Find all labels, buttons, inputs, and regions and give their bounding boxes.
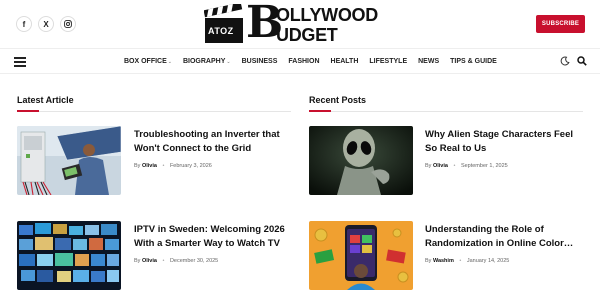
section-title-recent: Recent Posts bbox=[309, 95, 367, 105]
menu-icon[interactable] bbox=[14, 57, 26, 67]
meta-separator: • bbox=[162, 163, 165, 169]
article-title[interactable]: IPTV in Sweden: Welcoming 2026 With a Sm… bbox=[134, 223, 294, 251]
nav-item-label: BIOGRAPHY bbox=[182, 57, 226, 65]
alien-figure-image bbox=[309, 126, 413, 195]
article-title[interactable]: Troubleshooting an Inverter that Won't C… bbox=[134, 128, 294, 156]
article-thumbnail-inverter[interactable] bbox=[17, 126, 121, 195]
logo-line-2: UDGET bbox=[276, 25, 338, 45]
subscribe-button[interactable]: SUBSCRIBE bbox=[536, 15, 585, 33]
post-date: December 30, 2025 bbox=[169, 258, 219, 264]
tv-screen-wall-image bbox=[17, 221, 121, 290]
article-meta: By Olivia • February 3, 2026 bbox=[134, 163, 212, 169]
nav-item-business[interactable]: BUSINESS bbox=[242, 58, 278, 65]
nav-item-fashion[interactable]: FASHION bbox=[288, 58, 319, 65]
byline-prefix: By bbox=[425, 258, 432, 264]
clapperboard-icon bbox=[204, 4, 243, 43]
nav-item-tips-guide[interactable]: TIPS & GUIDE bbox=[450, 58, 497, 65]
author-link[interactable]: Washim bbox=[433, 258, 454, 264]
logo-badge-text: ATOZ bbox=[208, 26, 234, 36]
article-title[interactable]: Why Alien Stage Characters Feel So Real … bbox=[425, 128, 585, 156]
section-accent-bar bbox=[309, 110, 331, 112]
nav-item-biography[interactable]: BIOGRAPHY⌄ bbox=[183, 58, 231, 65]
article-meta: By Washim • January 14, 2025 bbox=[425, 258, 509, 264]
article-thumbnail-alien[interactable] bbox=[309, 126, 413, 195]
main-navigation: BOX OFFICE⌄ BIOGRAPHY⌄ BUSINESS FASHION … bbox=[0, 48, 600, 74]
post-date: February 3, 2026 bbox=[169, 163, 212, 169]
inverter-technician-image bbox=[17, 126, 121, 195]
article-meta: By Olivia • September 1, 2025 bbox=[425, 163, 508, 169]
section-accent-bar bbox=[17, 110, 39, 112]
article-meta: By Olivia • December 30, 2025 bbox=[134, 258, 218, 264]
section-divider bbox=[309, 111, 583, 112]
chevron-down-icon: ⌄ bbox=[167, 58, 172, 65]
author-link[interactable]: Olivia bbox=[142, 258, 157, 264]
author-link[interactable]: Olivia bbox=[433, 163, 448, 169]
instagram-icon[interactable] bbox=[60, 16, 76, 32]
logo-line-1: OLLYWOOD bbox=[276, 5, 378, 25]
meta-separator: • bbox=[459, 258, 462, 264]
nav-menu: BOX OFFICE⌄ BIOGRAPHY⌄ BUSINESS FASHION … bbox=[124, 49, 508, 73]
byline-prefix: By bbox=[134, 163, 141, 169]
post-date: September 1, 2025 bbox=[460, 163, 508, 169]
article-title[interactable]: Understanding the Role of Randomization … bbox=[425, 223, 585, 251]
nav-item-lifestyle[interactable]: LIFESTYLE bbox=[369, 58, 407, 65]
instagram-glyph bbox=[64, 20, 72, 28]
author-link[interactable]: Olivia bbox=[142, 163, 157, 169]
article-thumbnail-color-game[interactable] bbox=[309, 221, 413, 290]
x-twitter-icon[interactable]: X bbox=[38, 16, 54, 32]
site-header: f X ATOZ B OLLYWOOD UDGET SUBSCRIBE bbox=[0, 0, 600, 48]
site-logo[interactable]: ATOZ B OLLYWOOD UDGET bbox=[204, 1, 400, 46]
chevron-down-icon: ⌄ bbox=[226, 58, 231, 65]
facebook-icon[interactable]: f bbox=[16, 16, 32, 32]
color-game-phone-image bbox=[309, 221, 413, 290]
byline-prefix: By bbox=[134, 258, 141, 264]
meta-separator: • bbox=[162, 258, 165, 264]
nav-item-box-office[interactable]: BOX OFFICE⌄ bbox=[124, 58, 172, 65]
article-thumbnail-iptv[interactable] bbox=[17, 221, 121, 290]
search-icon[interactable] bbox=[577, 56, 587, 66]
nav-item-health[interactable]: HEALTH bbox=[331, 58, 359, 65]
section-title-latest: Latest Article bbox=[17, 95, 74, 105]
moon-icon[interactable] bbox=[560, 56, 570, 66]
post-date: January 14, 2025 bbox=[466, 258, 510, 264]
nav-item-label: BOX OFFICE bbox=[124, 57, 167, 65]
byline-prefix: By bbox=[425, 163, 432, 169]
nav-item-news[interactable]: NEWS bbox=[418, 58, 439, 65]
section-divider bbox=[17, 111, 291, 112]
meta-separator: • bbox=[453, 163, 456, 169]
